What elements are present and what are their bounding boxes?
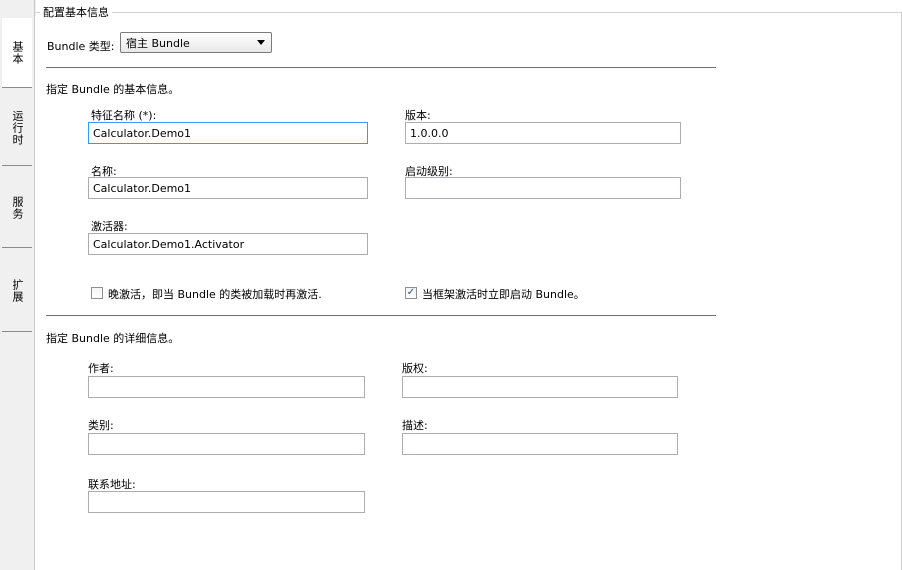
bundle-type-select[interactable]: 宿主 Bundle <box>120 32 272 53</box>
category-label: 类别: <box>88 419 114 432</box>
tab-services[interactable]: 服务 <box>2 168 32 248</box>
name-input[interactable] <box>88 177 368 199</box>
detail-section-heading: 指定 Bundle 的详细信息。 <box>46 332 180 345</box>
group-title: 配置基本信息 <box>40 4 112 20</box>
start-immediately-checkbox[interactable]: ✓ <box>405 287 417 299</box>
copyright-input[interactable] <box>402 376 678 398</box>
contact-input[interactable] <box>88 491 365 513</box>
lazy-activation-label: 晚激活，即当 Bundle 的类被加载时再激活. <box>108 288 322 301</box>
tab-services-label: 服务 <box>11 195 24 220</box>
tab-basic-label: 基本 <box>11 40 24 65</box>
activator-label: 激活器: <box>91 220 128 233</box>
vertical-tab-strip: 基本 运行时 服务 扩展 <box>0 0 35 570</box>
copyright-label: 版权: <box>402 362 428 375</box>
contact-label: 联系地址: <box>88 478 136 491</box>
basic-section-heading: 指定 Bundle 的基本信息。 <box>46 83 180 96</box>
author-input[interactable] <box>88 376 365 398</box>
tab-extensions[interactable]: 扩展 <box>2 250 32 332</box>
description-input[interactable] <box>402 433 678 455</box>
tab-basic[interactable]: 基本 <box>2 18 32 88</box>
tab-runtime-label: 运行时 <box>11 109 24 146</box>
start-level-input[interactable] <box>405 177 681 199</box>
description-label: 描述: <box>402 419 428 432</box>
start-immediately-label: 当框架激活时立即启动 Bundle。 <box>422 288 585 301</box>
tab-extensions-label: 扩展 <box>11 278 24 303</box>
category-input[interactable] <box>88 433 365 455</box>
bundle-type-label: Bundle 类型: <box>47 40 115 53</box>
chevron-down-icon <box>257 40 265 45</box>
main-panel: 配置基本信息 Bundle 类型: 宿主 Bundle 指定 Bundle 的基… <box>36 0 902 570</box>
lazy-activation-checkbox[interactable] <box>91 287 103 299</box>
bundle-type-value: 宿主 Bundle <box>126 36 190 50</box>
version-label: 版本: <box>405 109 431 122</box>
activator-input[interactable] <box>88 233 368 255</box>
version-input[interactable] <box>405 122 681 144</box>
feature-name-input[interactable] <box>88 122 368 144</box>
feature-name-label: 特征名称 (*): <box>91 109 157 122</box>
separator-2 <box>46 315 716 316</box>
separator-1 <box>46 67 716 68</box>
author-label: 作者: <box>88 362 114 375</box>
tab-runtime[interactable]: 运行时 <box>2 90 32 166</box>
